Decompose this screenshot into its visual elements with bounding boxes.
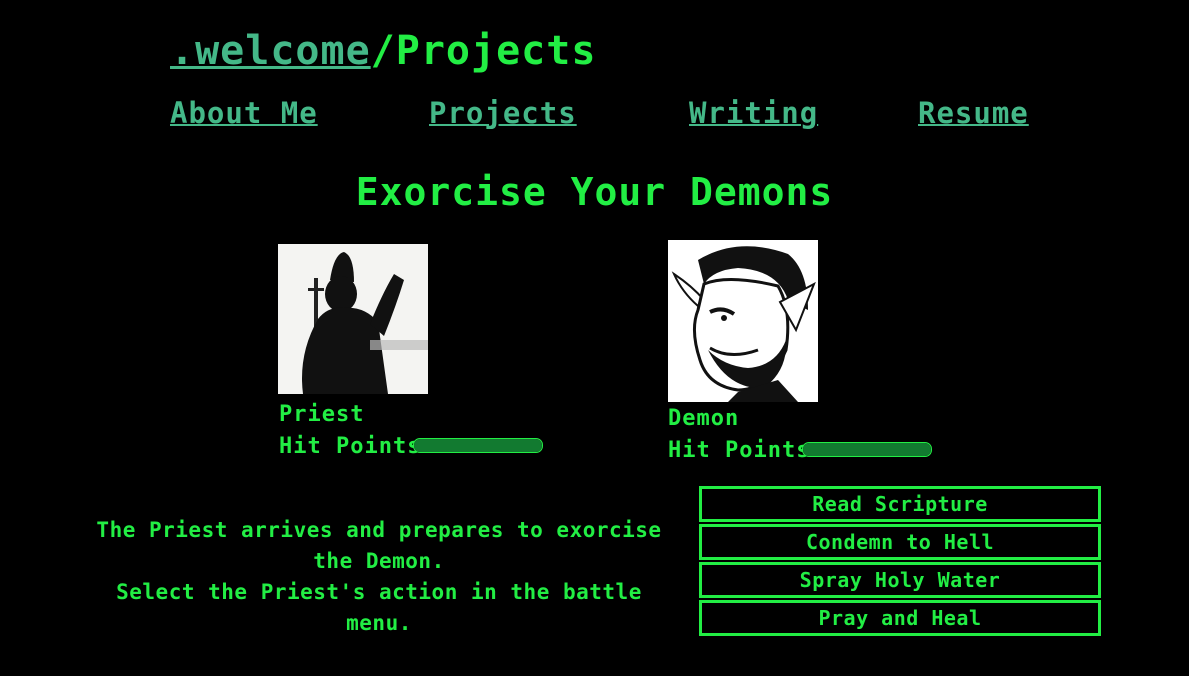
nav-link-resume[interactable]: Resume bbox=[918, 96, 1029, 130]
condemn-to-hell-button[interactable]: Condemn to Hell bbox=[699, 524, 1101, 560]
demon-portrait bbox=[668, 240, 818, 402]
priest-silhouette-image bbox=[278, 244, 428, 394]
demon-hp-fill bbox=[803, 443, 931, 456]
demon-face-image bbox=[668, 240, 818, 402]
priest-portrait bbox=[278, 244, 428, 394]
nav-link-about[interactable]: About Me bbox=[170, 96, 318, 130]
demon-hp-row: Hit Points: bbox=[668, 438, 938, 463]
priest-hp-fill bbox=[414, 439, 542, 452]
demon-name: Demon bbox=[668, 406, 740, 431]
demon-hp-bar bbox=[802, 442, 932, 457]
priest-hp-row: Hit Points: bbox=[279, 434, 549, 459]
game-title: Exorcise Your Demons bbox=[355, 170, 834, 214]
breadcrumb: .welcome/Projects bbox=[170, 28, 596, 74]
battle-menu: Read Scripture Condemn to Hell Spray Hol… bbox=[699, 486, 1101, 638]
priest-hp-bar bbox=[413, 438, 543, 453]
breadcrumb-separator: / bbox=[370, 28, 396, 74]
battle-message-line: Select the Priest's action in the battle… bbox=[116, 580, 642, 635]
nav-link-projects[interactable]: Projects bbox=[429, 96, 577, 130]
read-scripture-button[interactable]: Read Scripture bbox=[699, 486, 1101, 522]
home-link[interactable]: .welcome bbox=[170, 28, 371, 74]
breadcrumb-current: Projects bbox=[395, 28, 597, 74]
pray-and-heal-button[interactable]: Pray and Heal bbox=[699, 600, 1101, 636]
battle-message-line: The Priest arrives and prepares to exorc… bbox=[96, 518, 662, 573]
spray-holy-water-button[interactable]: Spray Holy Water bbox=[699, 562, 1101, 598]
battle-message: The Priest arrives and prepares to exorc… bbox=[90, 515, 668, 639]
nav-link-writing[interactable]: Writing bbox=[689, 96, 818, 130]
priest-name: Priest bbox=[279, 402, 365, 427]
